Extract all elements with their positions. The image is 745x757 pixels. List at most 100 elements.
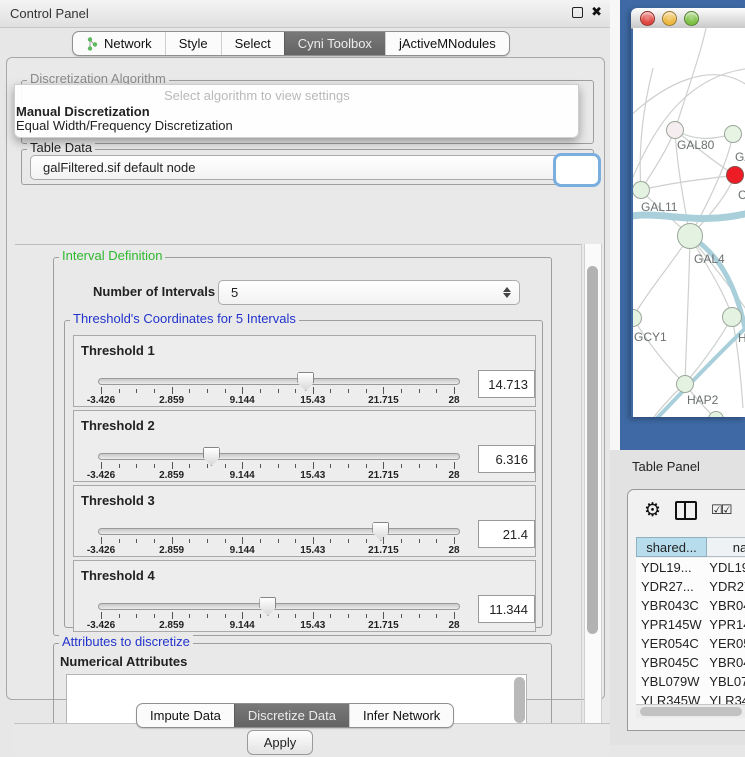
cell-name: YBR04 (704, 655, 745, 670)
close-icon[interactable]: ✖ (591, 6, 602, 18)
tick (348, 464, 349, 468)
tick (313, 462, 314, 469)
network-icon (86, 37, 98, 51)
tick (101, 387, 102, 394)
threshold-value-field[interactable]: 21.4 (478, 520, 535, 548)
slider-track[interactable] (98, 528, 460, 535)
scale-label: -3.426 (87, 620, 115, 631)
tick (119, 389, 120, 393)
scale-label: 2.859 (159, 395, 184, 406)
tick (260, 464, 261, 468)
threshold-slider[interactable]: -3.4262.8599.14415.4321.71528 (98, 601, 458, 631)
table-hscrollbar[interactable] (636, 704, 745, 718)
network-canvas[interactable]: GAL80GAL2CGAL11GAL4GCY1HHAP2 (633, 28, 745, 417)
node-label: C (738, 188, 745, 202)
popup-item-equal-width[interactable]: Equal Width/Frequency Discretization (16, 118, 233, 133)
tab[interactable]: Style (165, 32, 221, 55)
tick (295, 389, 296, 393)
traffic-light[interactable] (684, 11, 699, 26)
table-row[interactable]: YBR043C YBR04 (636, 596, 745, 615)
threshold-slider[interactable]: -3.4262.8599.14415.4321.71528 (98, 451, 458, 481)
tick-marks (98, 387, 458, 395)
table-row[interactable]: YPR145W YPR14 (636, 615, 745, 634)
tab[interactable]: Discretize Data (234, 704, 349, 727)
group-title: Threshold's Coordinates for 5 Intervals (70, 312, 299, 326)
node-label: GAL80 (677, 138, 714, 152)
scale-label: 21.715 (368, 395, 399, 406)
tick (101, 537, 102, 544)
number-of-intervals-combo[interactable]: 5 (218, 280, 520, 305)
table-row[interactable]: YDR27... YDR27 (636, 577, 745, 596)
tick (295, 464, 296, 468)
tab[interactable]: Network (73, 32, 165, 55)
tick (401, 614, 402, 618)
apply-label: Apply (264, 735, 297, 750)
apply-bar: Apply (14, 723, 610, 757)
tab[interactable]: jActiveMNodules (385, 32, 509, 55)
popup-hint: Select algorithm to view settings (164, 88, 350, 103)
slider-track[interactable] (98, 453, 460, 460)
column-header-name[interactable]: name (707, 537, 745, 557)
network-window-titlebar[interactable] (631, 8, 745, 29)
table-row[interactable]: YBL079W YBL07 (636, 672, 745, 691)
tab[interactable]: Infer Network (349, 704, 453, 727)
scale-label: 2.859 (159, 620, 184, 631)
traffic-light[interactable] (662, 11, 677, 26)
pane-divider[interactable] (610, 0, 620, 450)
cyni-mode-tabs: Impute Data Discretize Data Infer Networ… (136, 703, 454, 728)
gear-icon[interactable]: ⚙ (644, 501, 661, 520)
group-title: Table Data (27, 141, 95, 155)
network-node[interactable] (676, 375, 694, 393)
threshold-value-field[interactable]: 14.713 (478, 370, 535, 398)
tab[interactable]: Cyni Toolbox (284, 32, 385, 55)
tick (172, 387, 173, 394)
list-scrollbar-thumb[interactable] (514, 677, 525, 723)
scale-label: 15.43 (300, 395, 325, 406)
network-node[interactable] (666, 121, 684, 139)
tick (295, 614, 296, 618)
threshold-value: 6.316 (495, 452, 528, 467)
table-row[interactable]: YBR045C YBR04 (636, 653, 745, 672)
threshold-value-field[interactable]: 6.316 (478, 445, 535, 473)
column-header-shared-name[interactable]: shared... (636, 537, 707, 557)
scale-label: -3.426 (87, 545, 115, 556)
float-window-icon[interactable] (572, 7, 583, 18)
network-node[interactable] (726, 166, 744, 184)
tick (207, 539, 208, 543)
table-header: shared... name (636, 537, 745, 557)
threshold-panel: Threshold 2 -3.4262.8599.14415.4321.7152… (73, 410, 536, 482)
popup-item-manual[interactable]: Manual Discretization (16, 104, 150, 119)
tick (454, 537, 455, 544)
scale-label: 28 (448, 620, 459, 631)
network-node[interactable] (722, 307, 742, 327)
threshold-slider[interactable]: -3.4262.8599.14415.4321.71528 (98, 376, 458, 406)
tick (207, 389, 208, 393)
tick (366, 614, 367, 618)
cell-shared-name: YDL19... (636, 560, 704, 575)
threshold-value-field[interactable]: 11.344 (478, 595, 535, 623)
tab[interactable]: Select (221, 32, 284, 55)
combo-arrows-icon (502, 287, 511, 298)
threshold-value: 14.713 (488, 377, 528, 392)
panel-scrollbar[interactable] (584, 244, 602, 723)
algorithm-combo-focused[interactable] (553, 153, 601, 187)
table-row[interactable]: YER054C YER05 (636, 634, 745, 653)
threshold-label: Threshold 2 (81, 418, 155, 433)
slider-track[interactable] (98, 378, 460, 385)
network-node[interactable] (724, 125, 742, 143)
slider-track[interactable] (98, 603, 460, 610)
table-row[interactable]: YDL19... YDL19 (636, 558, 745, 577)
scale-label: -3.426 (87, 470, 115, 481)
attribute-item[interactable] (67, 683, 526, 687)
scale-label: 21.715 (368, 470, 399, 481)
table-data-combo[interactable]: galFiltered.sif default node (30, 155, 588, 180)
hscrollbar-thumb[interactable] (640, 707, 742, 716)
select-columns-icon[interactable]: ☑☑ (711, 502, 730, 518)
threshold-slider[interactable]: -3.4262.8599.14415.4321.71528 (98, 526, 458, 556)
network-node[interactable] (677, 223, 703, 249)
tab[interactable]: Impute Data (137, 704, 234, 727)
scrollbar-thumb[interactable] (587, 266, 598, 634)
traffic-light[interactable] (640, 11, 655, 26)
column-layout-icon[interactable] (675, 501, 697, 520)
apply-button[interactable]: Apply (247, 730, 313, 755)
